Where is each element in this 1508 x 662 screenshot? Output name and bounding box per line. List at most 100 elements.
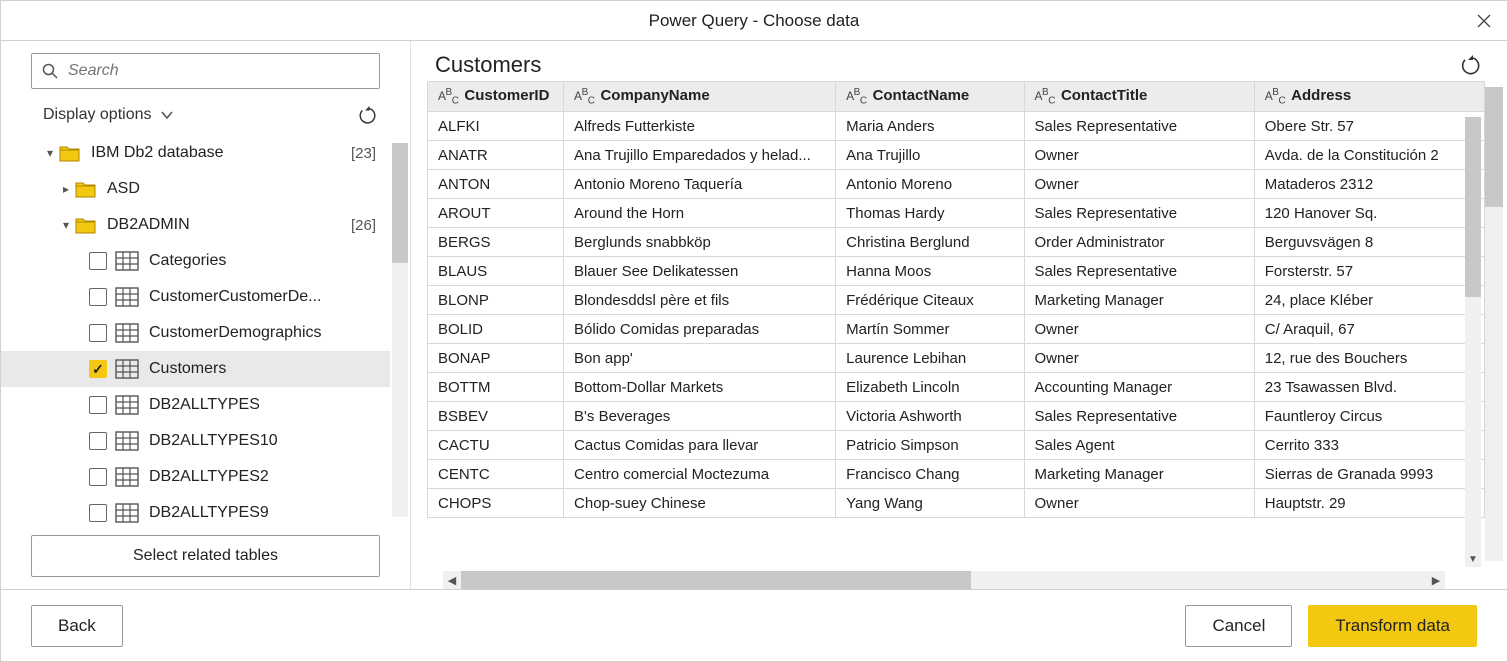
expand-icon: ▾ xyxy=(41,146,59,160)
display-options-label: Display options xyxy=(43,106,152,124)
cell: Francisco Chang xyxy=(836,460,1024,489)
table-row[interactable]: BOTTMBottom-Dollar MarketsElizabeth Linc… xyxy=(428,373,1485,402)
tree-row[interactable]: ▾DB2ADMIN[26] xyxy=(1,207,390,243)
cell: Accounting Manager xyxy=(1024,373,1254,402)
table-horizontal-scrollbar[interactable]: ◀ ▶ xyxy=(443,571,1445,589)
table-row[interactable]: CHOPSChop-suey ChineseYang WangOwnerHaup… xyxy=(428,489,1485,518)
navigator-pane: Display options ▾IBM Db2 database[23]▸AS… xyxy=(1,41,411,589)
folder-icon xyxy=(75,180,97,198)
cell: Elizabeth Lincoln xyxy=(836,373,1024,402)
table-row[interactable]: ANATRAna Trujillo Emparedados y helad...… xyxy=(428,141,1485,170)
cell: Blondesddsl père et fils xyxy=(564,286,836,315)
column-header[interactable]: ABCCompanyName xyxy=(564,82,836,112)
type-icon: ABC xyxy=(574,89,594,103)
cell: 12, rue des Bouchers xyxy=(1254,344,1484,373)
table-row[interactable]: BSBEVB's BeveragesVictoria AshworthSales… xyxy=(428,402,1485,431)
display-options-dropdown[interactable]: Display options xyxy=(43,106,174,124)
footer: Back Cancel Transform data xyxy=(1,589,1507,661)
column-header[interactable]: ABCContactName xyxy=(836,82,1024,112)
cell: Owner xyxy=(1024,344,1254,373)
close-button[interactable] xyxy=(1461,1,1507,40)
tree-row[interactable]: ▸ASD xyxy=(1,171,390,207)
preview-refresh-button[interactable] xyxy=(1455,51,1483,79)
cell: Mataderos 2312 xyxy=(1254,170,1484,199)
table-row[interactable]: ANTONAntonio Moreno TaqueríaAntonio More… xyxy=(428,170,1485,199)
table-row[interactable]: AROUTAround the HornThomas HardySales Re… xyxy=(428,199,1485,228)
table-row[interactable]: BLONPBlondesddsl père et filsFrédérique … xyxy=(428,286,1485,315)
chevron-down-icon xyxy=(160,108,174,122)
pane-scroll-thumb[interactable] xyxy=(1485,87,1503,207)
checkbox[interactable] xyxy=(89,432,107,450)
table-row[interactable]: BONAPBon app'Laurence LebihanOwner12, ru… xyxy=(428,344,1485,373)
cell: 120 Hanover Sq. xyxy=(1254,199,1484,228)
scroll-left-arrow[interactable]: ◀ xyxy=(443,571,461,589)
cell: Forsterstr. 57 xyxy=(1254,257,1484,286)
search-input[interactable] xyxy=(66,61,369,81)
scroll-down-arrow[interactable]: ▼ xyxy=(1465,551,1481,567)
cell: Chop-suey Chinese xyxy=(564,489,836,518)
cell: Fauntleroy Circus xyxy=(1254,402,1484,431)
cell: BOTTM xyxy=(428,373,564,402)
pane-vertical-scrollbar[interactable] xyxy=(1485,87,1503,561)
refresh-button[interactable] xyxy=(352,101,380,129)
data-table: ABCCustomerIDABCCompanyNameABCContactNam… xyxy=(427,81,1485,518)
tree-row[interactable]: CustomerDemographics xyxy=(1,315,390,351)
search-icon xyxy=(42,63,58,79)
table-row[interactable]: BOLIDBólido Comidas preparadasMartín Som… xyxy=(428,315,1485,344)
tree-row[interactable]: DB2ALLTYPES9 xyxy=(1,495,390,525)
tree-row[interactable]: DB2ALLTYPES10 xyxy=(1,423,390,459)
table-inner-scrollbar[interactable]: ▼ xyxy=(1465,117,1481,567)
table-row[interactable]: CENTCCentro comercial MoctezumaFrancisco… xyxy=(428,460,1485,489)
column-header[interactable]: ABCCustomerID xyxy=(428,82,564,112)
h-scroll-thumb[interactable] xyxy=(461,571,971,589)
cell: CHOPS xyxy=(428,489,564,518)
cell: Cactus Comidas para llevar xyxy=(564,431,836,460)
checkbox[interactable] xyxy=(89,252,107,270)
cell: Around the Horn xyxy=(564,199,836,228)
table-row[interactable]: ALFKIAlfreds FutterkisteMaria AndersSale… xyxy=(428,112,1485,141)
cell: Avda. de la Constitución 2 xyxy=(1254,141,1484,170)
tree-row[interactable]: ▾IBM Db2 database[23] xyxy=(1,135,390,171)
cell: Victoria Ashworth xyxy=(836,402,1024,431)
back-button[interactable]: Back xyxy=(31,605,123,647)
table-row[interactable]: BERGSBerglunds snabbköpChristina Berglun… xyxy=(428,228,1485,257)
tree-row[interactable]: Customers xyxy=(1,351,390,387)
cell: BONAP xyxy=(428,344,564,373)
cell: Sierras de Granada 9993 xyxy=(1254,460,1484,489)
checkbox[interactable] xyxy=(89,468,107,486)
checkbox[interactable] xyxy=(89,504,107,522)
table-icon xyxy=(115,431,139,451)
cell: 23 Tsawassen Blvd. xyxy=(1254,373,1484,402)
cell: C/ Araquil, 67 xyxy=(1254,315,1484,344)
table-inner-thumb[interactable] xyxy=(1465,117,1481,297)
checkbox[interactable] xyxy=(89,288,107,306)
table-icon xyxy=(115,467,139,487)
checkbox[interactable] xyxy=(89,324,107,342)
cell: Alfreds Futterkiste xyxy=(564,112,836,141)
tree-scrollbar[interactable] xyxy=(392,143,408,517)
window: Power Query - Choose data Display option… xyxy=(0,0,1508,662)
tree-row[interactable]: DB2ALLTYPES xyxy=(1,387,390,423)
checkbox[interactable] xyxy=(89,396,107,414)
cell: AROUT xyxy=(428,199,564,228)
search-box[interactable] xyxy=(31,53,380,89)
tree-row[interactable]: DB2ALLTYPES2 xyxy=(1,459,390,495)
cell: Laurence Lebihan xyxy=(836,344,1024,373)
column-header[interactable]: ABCAddress xyxy=(1254,82,1484,112)
cell: Antonio Moreno xyxy=(836,170,1024,199)
table-row[interactable]: CACTUCactus Comidas para llevarPatricio … xyxy=(428,431,1485,460)
cell: BLONP xyxy=(428,286,564,315)
table-row[interactable]: BLAUSBlauer See DelikatessenHanna MoosSa… xyxy=(428,257,1485,286)
cell: Blauer See Delikatessen xyxy=(564,257,836,286)
scroll-right-arrow[interactable]: ▶ xyxy=(1427,571,1445,589)
tree-row[interactable]: CustomerCustomerDe... xyxy=(1,279,390,315)
column-header[interactable]: ABCContactTitle xyxy=(1024,82,1254,112)
transform-data-button[interactable]: Transform data xyxy=(1308,605,1477,647)
checkbox[interactable] xyxy=(89,360,107,378)
tree-row[interactable]: Categories xyxy=(1,243,390,279)
cancel-button[interactable]: Cancel xyxy=(1185,605,1292,647)
type-icon: ABC xyxy=(1035,89,1055,103)
cell: Berguvsvägen 8 xyxy=(1254,228,1484,257)
tree-scroll-thumb[interactable] xyxy=(392,143,408,263)
select-related-tables-button[interactable]: Select related tables xyxy=(31,535,380,577)
